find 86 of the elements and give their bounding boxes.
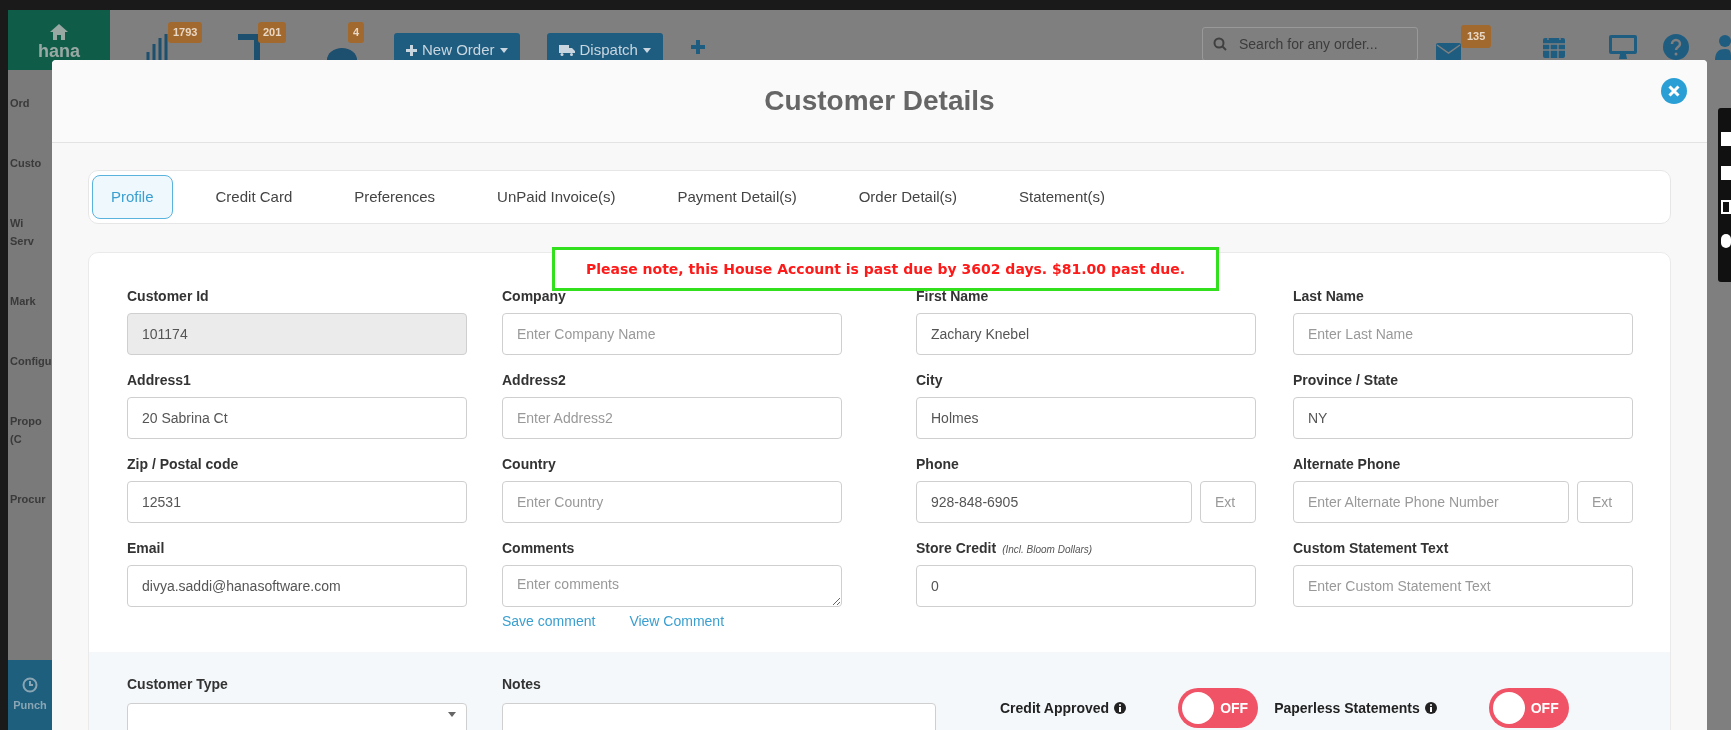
tab[interactable]: Credit Card <box>196 175 312 219</box>
field-label: Last Name <box>1293 287 1364 306</box>
past-due-alert: Please note, this House Account is past due by 3602 days. $81.00 past due. <box>552 247 1219 291</box>
field-label: Email <box>127 539 165 558</box>
sidebar-label[interactable]: Serv <box>10 232 34 250</box>
sidebar-label[interactable]: Configu <box>10 352 52 370</box>
tab[interactable]: Payment Detail(s) <box>658 175 816 219</box>
logo-panel[interactable]: hana <box>8 10 110 70</box>
plus-icon[interactable] <box>690 40 705 54</box>
sidebar-label[interactable]: Custo <box>10 154 42 172</box>
text-field[interactable]: Enter Company Name <box>502 313 842 355</box>
field-label: Customer Id <box>127 287 209 306</box>
punch-panel[interactable]: Punch <box>8 660 52 730</box>
field-note: (Incl. Bloom Dollars) <box>1002 543 1093 557</box>
text-field[interactable]: Enter Custom Statement Text <box>1293 565 1633 607</box>
search-icon <box>1213 37 1227 51</box>
calendar-icon[interactable] <box>1542 35 1566 59</box>
floating-toolbar[interactable] <box>1718 108 1731 282</box>
field-label: Alternate Phone <box>1293 455 1401 474</box>
sidebar-label[interactable]: Ord <box>10 94 30 112</box>
dialog-title: Customer Details <box>764 84 995 118</box>
field-label: Customer Type <box>127 675 229 694</box>
plus-icon <box>406 44 417 56</box>
sidebar-label[interactable]: Mark <box>10 292 36 310</box>
field-label: Custom Statement Text <box>1293 539 1449 558</box>
count-badge: 135 <box>1461 25 1492 48</box>
extension-field[interactable]: Ext <box>1200 481 1256 523</box>
phone-field[interactable]: 928-848-6905 <box>916 481 1192 523</box>
sidebar-label[interactable]: Wi <box>10 214 24 232</box>
truck-icon <box>558 44 575 56</box>
text-field[interactable]: 0 <box>916 565 1256 607</box>
help-icon[interactable] <box>1663 34 1689 60</box>
tab[interactable]: Statement(s) <box>1000 175 1124 219</box>
field-label: Comments <box>502 539 575 558</box>
text-field[interactable]: Enter Country <box>502 481 842 523</box>
field-label: Store Credit <box>916 539 997 558</box>
count-badge: 201 <box>258 22 287 43</box>
text-field[interactable]: divya.saddi@hanasoftware.com <box>127 565 467 607</box>
text-field[interactable]: Zachary Knebel <box>916 313 1256 355</box>
mail-icon[interactable] <box>1436 43 1461 61</box>
extension-field[interactable]: Ext <box>1577 481 1633 523</box>
text-field[interactable]: Holmes <box>916 397 1256 439</box>
sidebar-label[interactable]: Procur <box>10 490 46 508</box>
sidebar-label: Punch <box>13 697 47 713</box>
toggle-switch[interactable]: OFF <box>1178 688 1259 728</box>
count-badge: 4 <box>348 22 365 43</box>
field-label: Notes <box>502 675 542 694</box>
toggle-label: Paperless Statements <box>1274 698 1420 718</box>
caret-icon <box>642 47 651 53</box>
text-field[interactable]: 20 Sabrina Ct <box>127 397 467 439</box>
user-icon[interactable] <box>1715 34 1731 60</box>
close-icon[interactable] <box>1661 78 1687 104</box>
phone-field[interactable]: Enter Alternate Phone Number <box>1293 481 1569 523</box>
comments-field[interactable]: Enter comments <box>502 565 842 607</box>
field-label: Address1 <box>127 371 191 390</box>
tab[interactable]: Profile <box>92 175 173 219</box>
field-label: Zip / Postal code <box>127 455 239 474</box>
sidebar-label[interactable]: (C <box>10 430 22 448</box>
caret-icon <box>448 712 456 717</box>
logo-text: hana <box>38 42 80 60</box>
toggle-switch[interactable]: OFF <box>1488 688 1569 728</box>
home-icon <box>50 24 68 40</box>
text-field[interactable]: 101174 <box>127 313 467 355</box>
sidebar-label[interactable]: Propo <box>10 412 42 430</box>
text-field[interactable]: 12531 <box>127 481 467 523</box>
field-label: Address2 <box>502 371 566 390</box>
tab[interactable]: UnPaid Invoice(s) <box>478 175 635 219</box>
search-field[interactable]: Search for any order... <box>1202 27 1418 61</box>
field-label: Country <box>502 455 556 474</box>
info-icon <box>1114 702 1127 714</box>
caret-icon <box>499 47 508 53</box>
text-field[interactable]: Enter Address2 <box>502 397 842 439</box>
field-label: Province / State <box>1293 371 1399 390</box>
info-icon <box>1424 702 1437 714</box>
count-badge: 1793 <box>168 22 203 43</box>
field-label: Phone <box>916 455 959 474</box>
monitor-icon[interactable] <box>1609 35 1637 59</box>
text-field[interactable]: Enter Last Name <box>1293 313 1633 355</box>
field-label: City <box>916 371 943 390</box>
toggle-label: Credit Approved <box>1000 698 1110 718</box>
text-field[interactable]: NY <box>1293 397 1633 439</box>
clock-icon <box>22 676 38 693</box>
comment-link[interactable]: Save comment <box>502 611 596 632</box>
comment-link[interactable]: View Comment <box>629 611 725 632</box>
tab[interactable]: Order Detail(s) <box>839 175 977 219</box>
tab[interactable]: Preferences <box>335 175 455 219</box>
